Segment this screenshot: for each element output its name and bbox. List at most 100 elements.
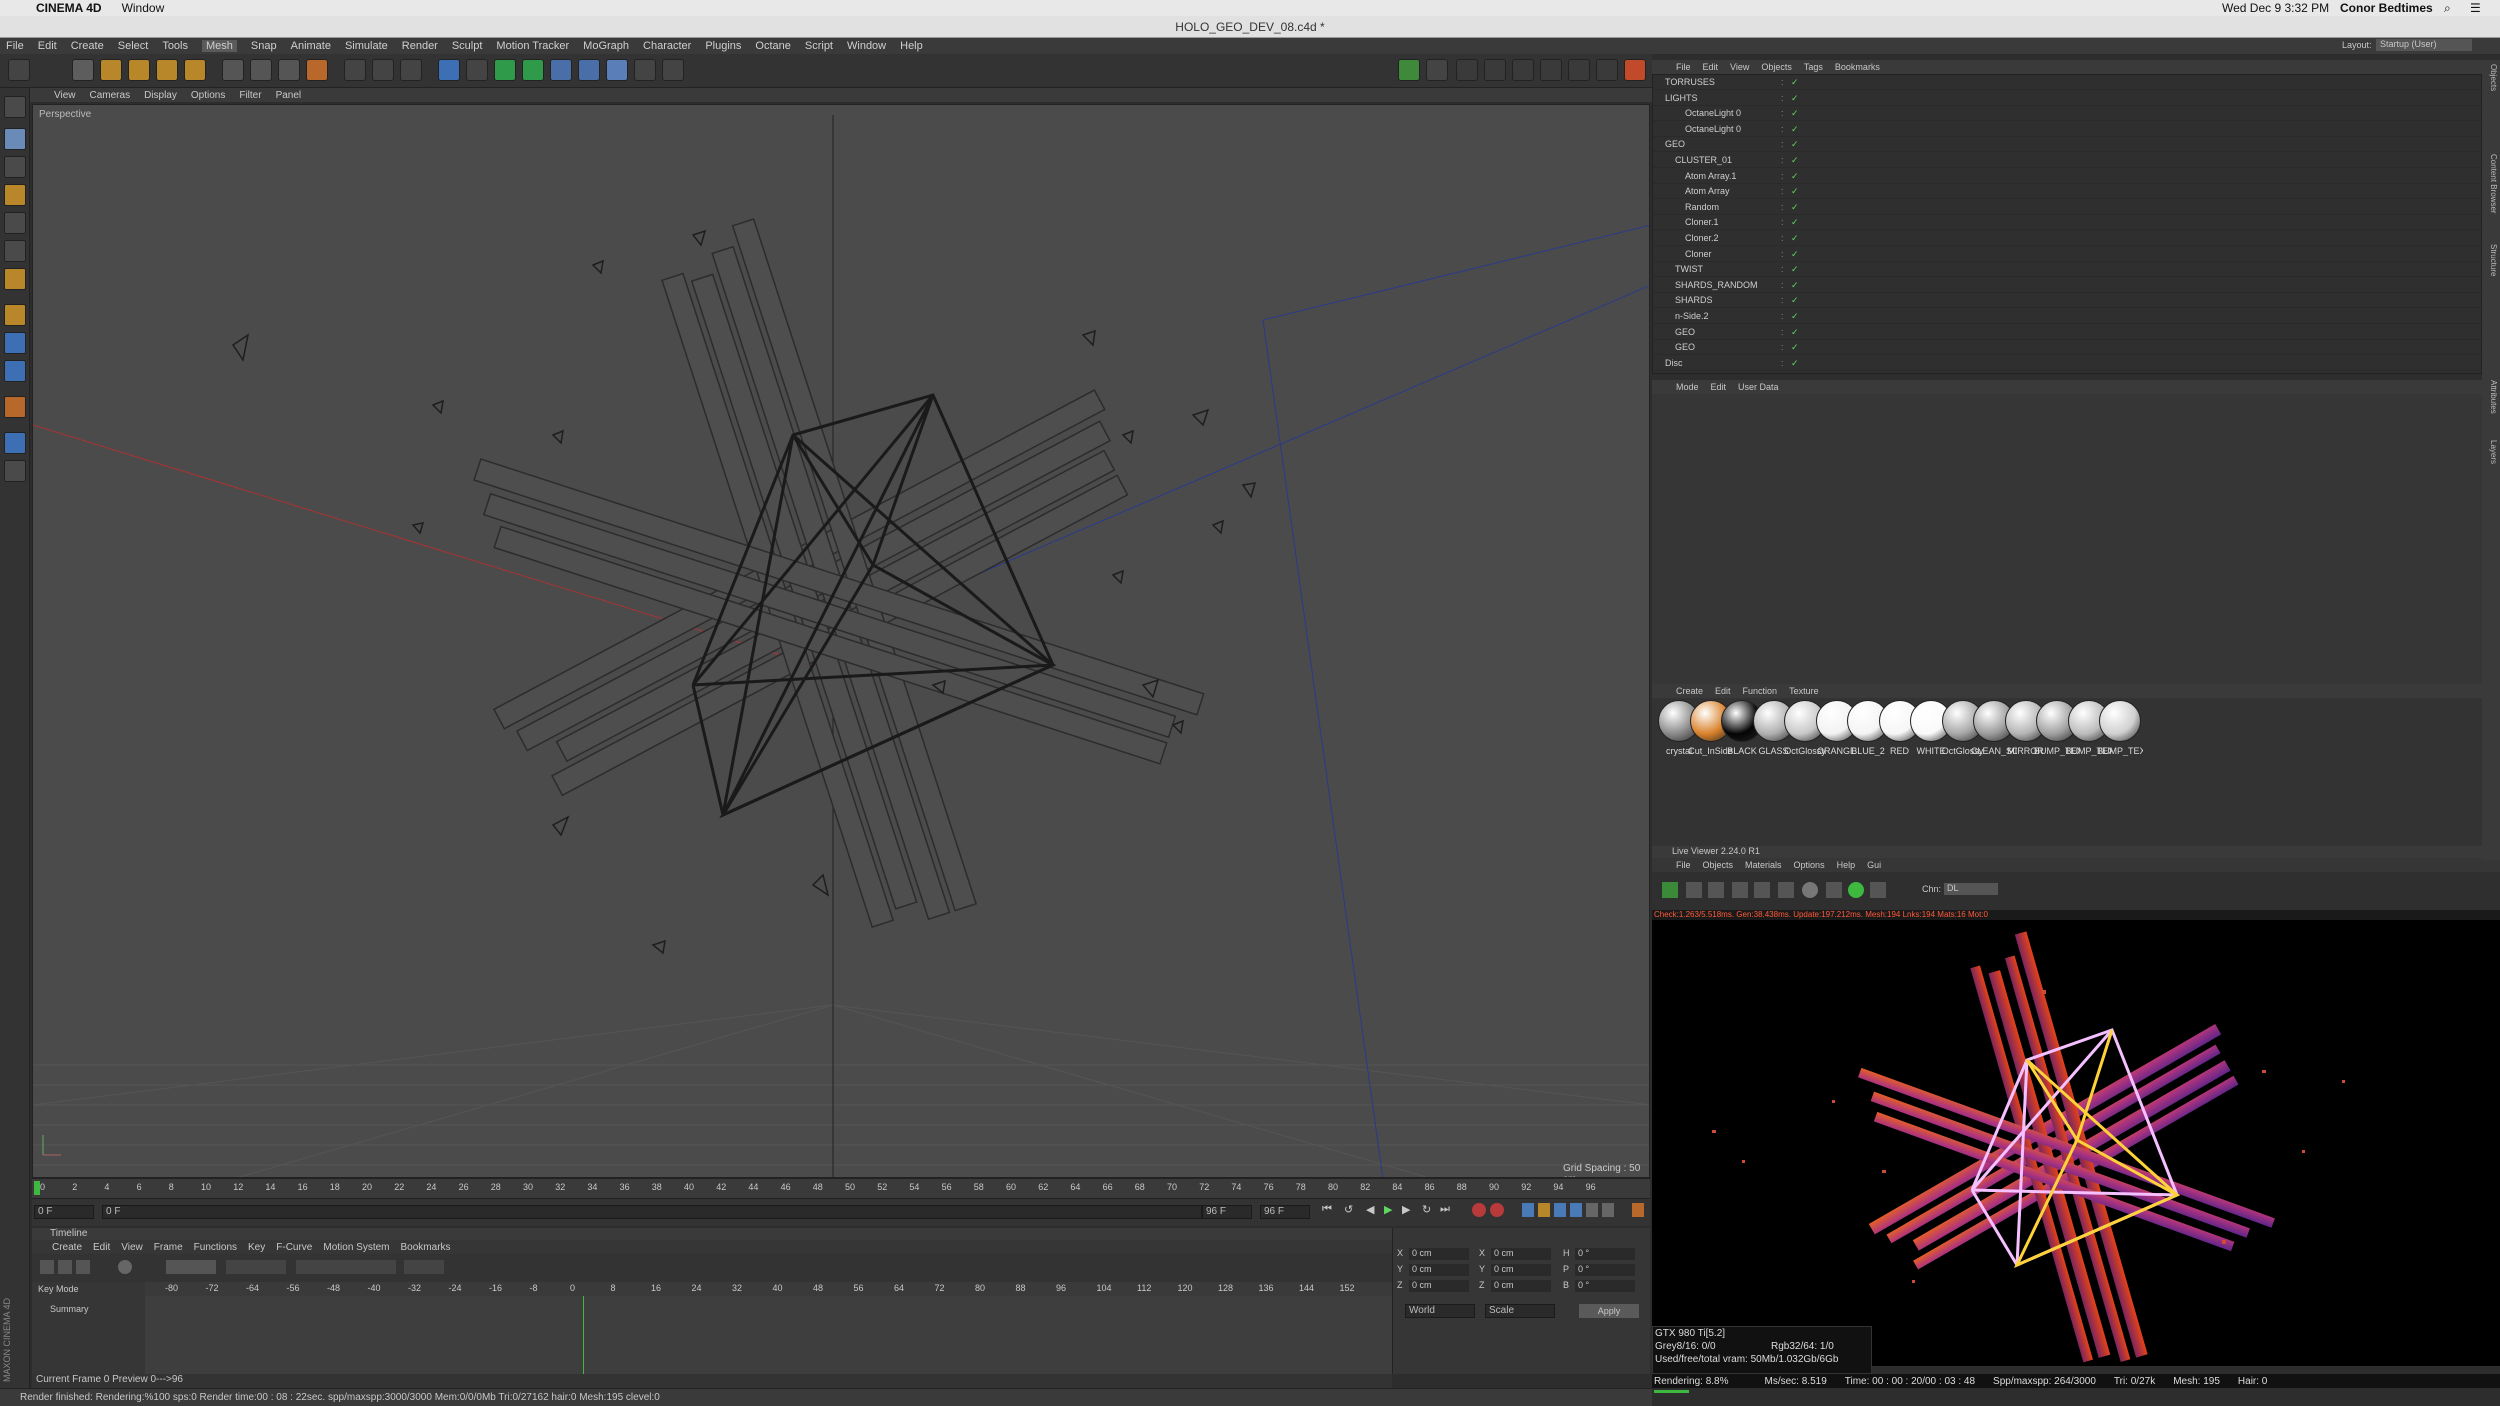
- enabled-check-icon[interactable]: ✓: [1791, 293, 1799, 308]
- autokey-icon[interactable]: [1490, 1203, 1504, 1217]
- visibility-dots[interactable]: :: [1781, 184, 1784, 199]
- enabled-check-icon[interactable]: ✓: [1791, 262, 1799, 277]
- axis-icon[interactable]: [1512, 59, 1534, 81]
- object-row[interactable]: Atom Array: ✓: [1653, 184, 2483, 200]
- layout-select[interactable]: Startup (User): [2376, 39, 2472, 51]
- timeline-menu-f-curve[interactable]: F-Curve: [276, 1242, 312, 1253]
- object-row[interactable]: Disc: ✓: [1653, 356, 2483, 371]
- next-key-icon[interactable]: ↻: [1422, 1203, 1431, 1216]
- viewport-menu-panel[interactable]: Panel: [276, 90, 302, 101]
- sculpt-mode-icon[interactable]: [4, 396, 26, 418]
- viewport-menu-cameras[interactable]: Cameras: [90, 90, 131, 101]
- lv-pin-icon[interactable]: [1848, 882, 1864, 898]
- key-move-icon[interactable]: [1522, 1203, 1534, 1217]
- visibility-dots[interactable]: :: [1781, 169, 1784, 184]
- timeline-menu-view[interactable]: View: [121, 1242, 143, 1253]
- menu-motion-tracker[interactable]: Motion Tracker: [496, 40, 569, 52]
- go-start-icon[interactable]: ⏮: [1322, 1203, 1332, 1216]
- texture-mode-icon[interactable]: [4, 156, 26, 178]
- points-mode-icon[interactable]: [4, 212, 26, 234]
- enabled-check-icon[interactable]: ✓: [1791, 356, 1799, 371]
- tl-curve-tools[interactable]: [296, 1260, 396, 1274]
- end-frame-field-2[interactable]: 96 F: [1260, 1205, 1310, 1219]
- object-row[interactable]: TORRUSES: ✓: [1653, 75, 2483, 90]
- octane-live-icon[interactable]: [1398, 59, 1420, 81]
- live-viewer-menu-help[interactable]: Help: [1837, 860, 1856, 870]
- menu-sculpt[interactable]: Sculpt: [452, 40, 483, 52]
- objects-menu-bookmarks[interactable]: Bookmarks: [1835, 62, 1880, 72]
- render-view-icon[interactable]: [344, 59, 366, 81]
- app-menu[interactable]: CINEMA 4D: [36, 1, 102, 15]
- object-row[interactable]: LIGHTS: ✓: [1653, 91, 2483, 106]
- workplane-grid-icon[interactable]: [4, 460, 26, 482]
- attributes-menu-user-data[interactable]: User Data: [1738, 382, 1779, 392]
- menu-snap[interactable]: Snap: [251, 40, 277, 52]
- key-pla-icon[interactable]: [1586, 1203, 1598, 1217]
- viewport-menu-options[interactable]: Options: [191, 90, 225, 101]
- timeline-playhead[interactable]: [583, 1296, 584, 1374]
- enabled-check-icon[interactable]: ✓: [1791, 122, 1799, 137]
- enabled-check-icon[interactable]: ✓: [1791, 106, 1799, 121]
- tl-interp-tools[interactable]: [404, 1260, 444, 1274]
- perspective-viewport[interactable]: Perspective Grid Spacing: 50: [32, 104, 1650, 1178]
- object-row[interactable]: SHARDS_RANDOM: ✓: [1653, 278, 2483, 293]
- coord-field[interactable]: 0 cm: [1491, 1248, 1551, 1260]
- lv-focus-icon[interactable]: [1870, 882, 1886, 898]
- object-row[interactable]: n-Side.2: ✓: [1653, 309, 2483, 324]
- window-menu[interactable]: Window: [122, 1, 165, 15]
- object-row[interactable]: OctaneLight 0: ✓: [1653, 122, 2483, 137]
- live-viewer-menu-file[interactable]: File: [1676, 860, 1691, 870]
- enabled-check-icon[interactable]: ✓: [1791, 200, 1799, 215]
- edges-mode-icon[interactable]: [4, 240, 26, 262]
- coord-field[interactable]: 0 cm: [1491, 1280, 1551, 1292]
- menu-render[interactable]: Render: [402, 40, 438, 52]
- coordinate-system-icon[interactable]: [306, 59, 328, 81]
- lv-start-icon[interactable]: [1662, 882, 1678, 898]
- key-scale-icon[interactable]: [1538, 1203, 1550, 1217]
- workplane-icon[interactable]: [1484, 59, 1506, 81]
- tweak-mode-icon[interactable]: [4, 332, 26, 354]
- recent-tools-icon[interactable]: [184, 59, 206, 81]
- prev-frame-icon[interactable]: ◀: [1366, 1203, 1374, 1216]
- y-axis-lock-icon[interactable]: [250, 59, 272, 81]
- side-tab[interactable]: Objects: [2484, 64, 2498, 91]
- menu-octane[interactable]: Octane: [755, 40, 790, 52]
- menu-file[interactable]: File: [6, 40, 24, 52]
- clock[interactable]: Wed Dec 9 3:32 PM: [2222, 1, 2329, 15]
- visibility-dots[interactable]: :: [1781, 153, 1784, 168]
- cube-icon[interactable]: [438, 59, 460, 81]
- next-frame-icon[interactable]: ▶: [1402, 1203, 1410, 1216]
- frame-ruler[interactable]: 0 2 4 6 8 10 12 14 16 18 20 22 24 26 28 30 32 34 36 38 40 42 4…: [32, 1178, 1650, 1198]
- live-viewer-render[interactable]: [1652, 920, 2500, 1366]
- grid-icon[interactable]: [1596, 59, 1618, 81]
- enabled-check-icon[interactable]: ✓: [1791, 340, 1799, 355]
- enabled-check-icon[interactable]: ✓: [1791, 215, 1799, 230]
- side-tab[interactable]: Structure: [2484, 244, 2498, 276]
- side-tab[interactable]: Content Browser: [2484, 154, 2498, 214]
- visibility-dots[interactable]: :: [1781, 340, 1784, 355]
- enabled-check-icon[interactable]: ✓: [1791, 278, 1799, 293]
- menu-plugins[interactable]: Plugins: [705, 40, 741, 52]
- menu-character[interactable]: Character: [643, 40, 691, 52]
- record-key-icon[interactable]: [1472, 1203, 1486, 1217]
- light-icon[interactable]: [634, 59, 656, 81]
- model-mode-icon[interactable]: [4, 96, 26, 118]
- tl-snap-tools[interactable]: [226, 1260, 286, 1274]
- timeline-menu-frame[interactable]: Frame: [154, 1242, 183, 1253]
- object-row[interactable]: Random: ✓: [1653, 200, 2483, 215]
- viewport-menu-view[interactable]: View: [54, 90, 76, 101]
- array-icon[interactable]: [522, 59, 544, 81]
- enabled-check-icon[interactable]: ✓: [1791, 91, 1799, 106]
- menu-tools[interactable]: Tools: [162, 40, 188, 52]
- material-swatch[interactable]: BUMP_TEX: [2097, 700, 2143, 760]
- spotlight-icon[interactable]: ⌕: [2444, 1, 2451, 16]
- visibility-dots[interactable]: :: [1781, 293, 1784, 308]
- polygons-mode-icon[interactable]: [4, 268, 26, 290]
- move-icon[interactable]: [100, 59, 122, 81]
- side-tab[interactable]: Layers: [2484, 440, 2498, 464]
- live-viewer-menu-gui[interactable]: Gui: [1867, 860, 1881, 870]
- gear-icon[interactable]: [662, 59, 684, 81]
- visibility-dots[interactable]: :: [1781, 215, 1784, 230]
- rotate-icon[interactable]: [156, 59, 178, 81]
- object-mode-icon[interactable]: [4, 128, 26, 150]
